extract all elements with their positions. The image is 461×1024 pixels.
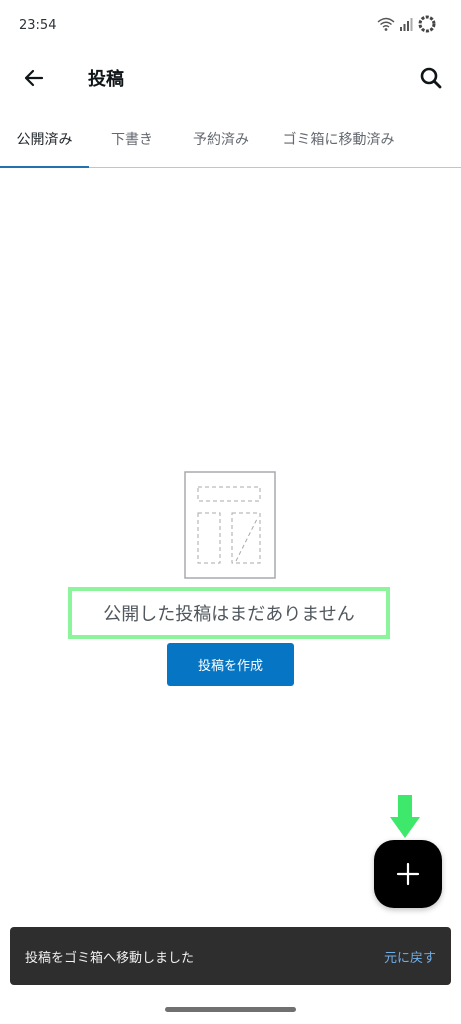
plus-icon (396, 862, 420, 886)
wifi-icon (377, 17, 395, 31)
tab-published[interactable]: 公開済み (0, 116, 89, 167)
screen: 23:54 投稿 公開済み 下書き 予約済み ゴミ箱に移動済み 公開した投稿はま… (0, 0, 461, 1024)
status-bar: 23:54 (0, 0, 461, 52)
search-icon[interactable] (417, 64, 445, 92)
empty-posts-illustration (184, 471, 276, 579)
tab-trashed[interactable]: ゴミ箱に移動済み (272, 116, 405, 167)
page-title: 投稿 (88, 69, 124, 90)
snackbar: 投稿をゴミ箱へ移動しました 元に戻す (10, 927, 451, 985)
arrow-down-icon (390, 795, 420, 838)
tab-bar: 公開済み 下書き 予約済み ゴミ箱に移動済み (0, 116, 461, 168)
app-bar: 投稿 (0, 52, 461, 106)
snackbar-message: 投稿をゴミ箱へ移動しました (25, 951, 195, 966)
undo-button[interactable]: 元に戻す (384, 947, 436, 966)
active-tab-indicator (0, 166, 89, 168)
loading-ring-icon (418, 15, 436, 33)
tab-scheduled[interactable]: 予約済み (181, 116, 261, 167)
add-post-fab[interactable] (374, 840, 442, 908)
arrow-left-icon[interactable] (20, 64, 48, 92)
signal-icon (400, 18, 413, 31)
home-indicator[interactable] (165, 1007, 296, 1012)
create-post-button[interactable]: 投稿を作成 (167, 643, 294, 686)
status-time: 23:54 (19, 18, 57, 33)
tab-drafts[interactable]: 下書き (97, 116, 167, 167)
status-icons (377, 14, 437, 34)
empty-state-message: 公開した投稿はまだありません (68, 587, 390, 639)
